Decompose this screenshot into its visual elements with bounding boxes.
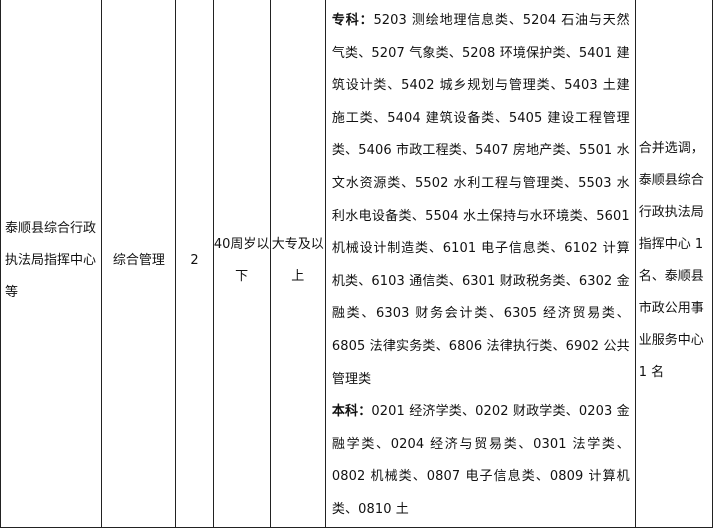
major-benke: 本科：0201 经济学类、0202 财政学类、0203 金融学类、0204 经济… [332, 396, 630, 526]
table-row: 泰顺县综合行政执法局指挥中心等 综合管理 2 40周岁以下 大专及以上 专科：5… [0, 0, 714, 528]
count-cell: 2 [175, 0, 214, 528]
age-cell: 40周岁以下 [212, 0, 271, 528]
remark-cell: 合并选调，泰顺县综合行政执法局指挥中心 1 名、泰顺县市政公用事业服务中心 1 … [634, 0, 714, 528]
recruitment-table: 泰顺县综合行政执法局指挥中心等 综合管理 2 40周岁以下 大专及以上 专科：5… [0, 0, 714, 528]
major-benke-text: 0201 经济学类、0202 财政学类、0203 金融学类、0204 经济与贸易… [331, 404, 630, 517]
major-cell: 专科：5203 测绘地理信息类、5204 石油与天然气类、5207 气象类、52… [324, 0, 636, 528]
major-zhuanke-text: 5203 测绘地理信息类、5204 石油与天然气类、5207 气象类、5208 … [331, 13, 630, 387]
position-cell: 综合管理 [101, 0, 177, 528]
major-benke-label: 本科： [331, 404, 372, 420]
education-cell: 大专及以上 [269, 0, 326, 528]
unit-cell: 泰顺县综合行政执法局指挥中心等 [0, 0, 103, 528]
major-zhuanke-label: 专科： [331, 13, 374, 28]
